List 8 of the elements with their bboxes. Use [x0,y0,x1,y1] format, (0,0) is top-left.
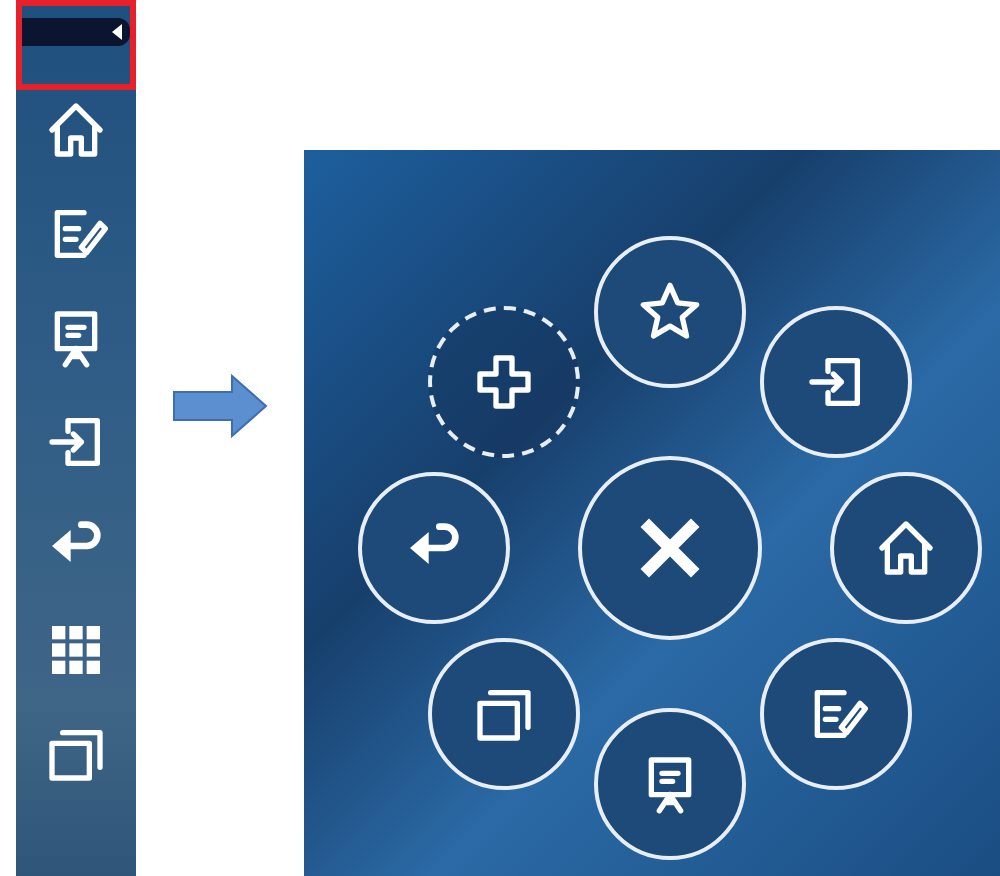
add-icon [471,349,536,414]
arrow-icon [172,374,268,438]
home-icon [874,516,938,580]
caret-icon [112,24,122,40]
home-icon [44,98,108,162]
collapse-bar[interactable] [22,18,130,46]
sidebar-item[interactable] [44,98,108,162]
star-icon [638,280,702,344]
